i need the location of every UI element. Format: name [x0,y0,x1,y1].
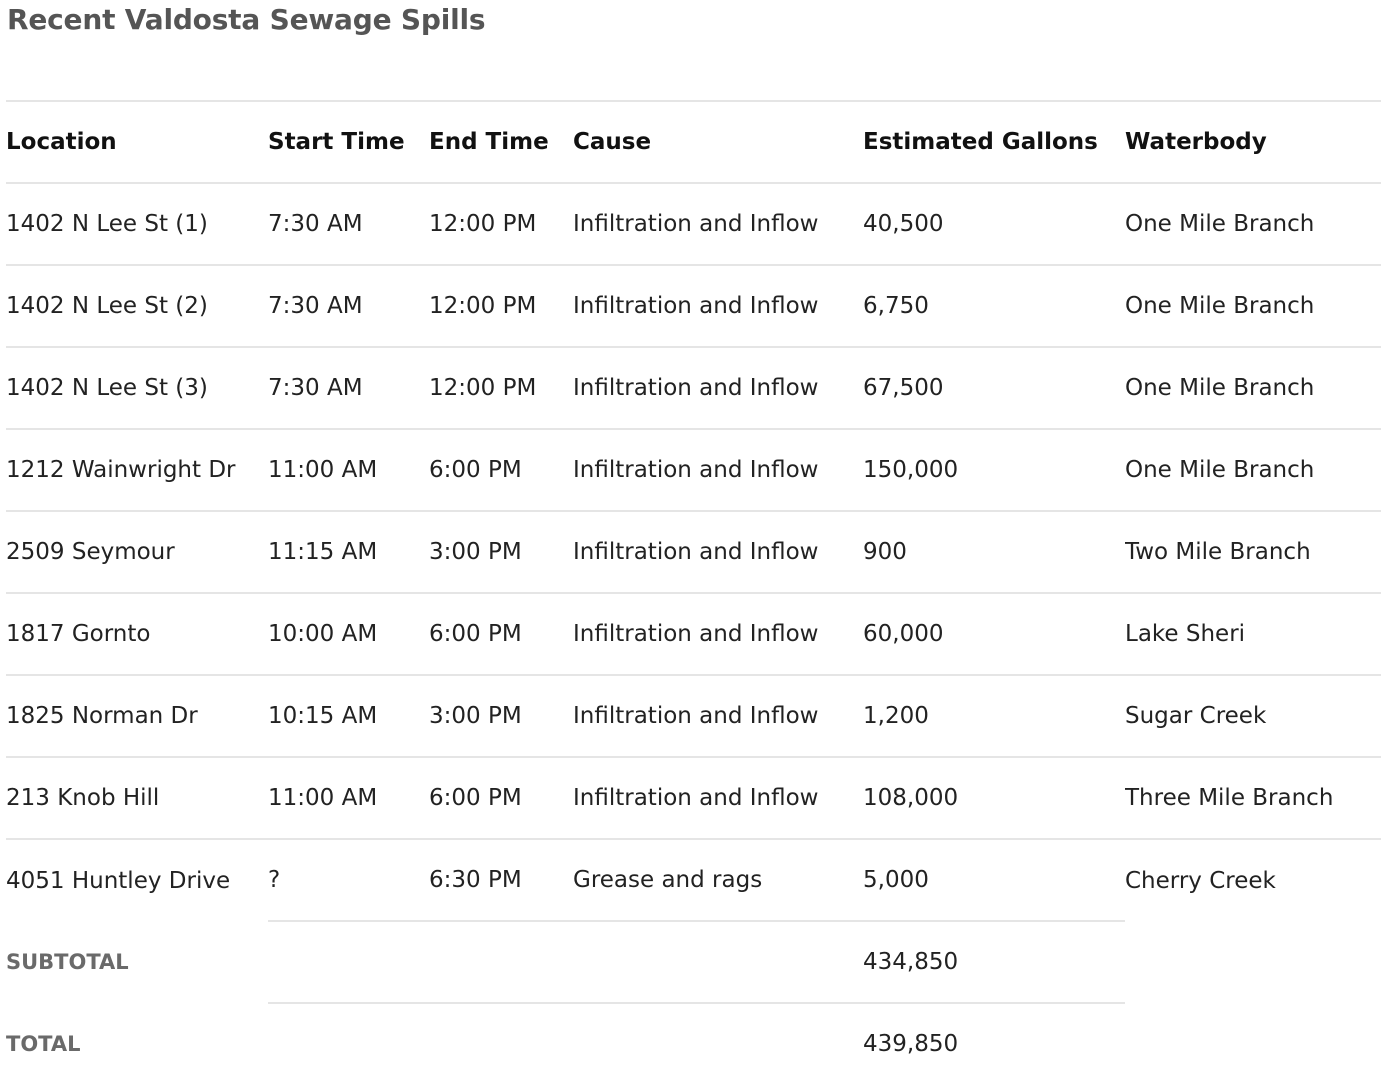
table-header-row: Location Start Time End Time Cause Estim… [6,100,1381,183]
cell-gallons: 108,000 [863,756,1125,839]
column-header-estimated-gallons: Estimated Gallons [863,100,1125,183]
cell-cause: Infiltration and Inflow [573,510,863,593]
cell-end-time: 12:00 PM [429,346,573,429]
table-row: 1817 Gornto 10:00 AM 6:00 PM Infiltratio… [6,592,1381,675]
cell-end-time: 6:00 PM [429,756,573,839]
cell-start-time: 7:30 AM [268,182,429,265]
cell-cause: Infiltration and Inflow [573,428,863,511]
cell-waterbody: One Mile Branch [1125,182,1381,265]
cell-start-time: ? [268,838,429,921]
cell-gallons: 60,000 [863,592,1125,675]
cell-waterbody: One Mile Branch [1125,346,1381,429]
cell-gallons: 5,000 [863,838,1125,921]
cell-location: 1817 Gornto [6,592,268,675]
cell-cause: Infiltration and Inflow [573,756,863,839]
subtotal-empty-cell [268,920,429,1003]
cell-waterbody: Sugar Creek [1125,674,1381,757]
cell-gallons: 40,500 [863,182,1125,265]
cell-start-time: 10:15 AM [268,674,429,757]
cell-start-time: 11:00 AM [268,756,429,839]
cell-cause: Infiltration and Inflow [573,592,863,675]
cell-cause: Infiltration and Inflow [573,674,863,757]
cell-location: 1402 N Lee St (2) [6,264,268,347]
cell-start-time: 7:30 AM [268,264,429,347]
table-row: 1212 Wainwright Dr 11:00 AM 6:00 PM Infi… [6,428,1381,511]
table-row: 1825 Norman Dr 10:15 AM 3:00 PM Infiltra… [6,674,1381,757]
cell-gallons: 1,200 [863,674,1125,757]
table-row: 213 Knob Hill 11:00 AM 6:00 PM Infiltrat… [6,756,1381,839]
table-row: 1402 N Lee St (3) 7:30 AM 12:00 PM Infil… [6,346,1381,429]
cell-location: 1825 Norman Dr [6,674,268,757]
table-row: 1402 N Lee St (1) 7:30 AM 12:00 PM Infil… [6,182,1381,265]
subtotal-row: SUBTOTAL 434,850 [6,920,1381,1003]
cell-waterbody: One Mile Branch [1125,264,1381,347]
cell-cause: Infiltration and Inflow [573,346,863,429]
cell-location: 1212 Wainwright Dr [6,428,268,511]
column-header-end-time: End Time [429,100,573,183]
subtotal-empty-cell [1125,921,1381,1003]
cell-start-time: 7:30 AM [268,346,429,429]
cell-end-time: 12:00 PM [429,182,573,265]
column-header-location: Location [6,100,268,183]
subtotal-empty-cell [573,920,863,1003]
sewage-spills-table: Location Start Time End Time Cause Estim… [6,100,1381,1084]
cell-end-time: 12:00 PM [429,264,573,347]
cell-end-time: 6:30 PM [429,838,573,921]
cell-gallons: 67,500 [863,346,1125,429]
subtotal-label: SUBTOTAL [6,950,129,974]
cell-cause: Grease and rags [573,838,863,921]
cell-waterbody: Two Mile Branch [1125,510,1381,593]
cell-location: 4051 Huntley Drive [6,838,268,921]
cell-waterbody: Three Mile Branch [1125,756,1381,839]
cell-waterbody: Cherry Creek [1125,838,1381,921]
column-header-waterbody: Waterbody [1125,100,1381,183]
cell-cause: Infiltration and Inflow [573,264,863,347]
column-header-start-time: Start Time [268,100,429,183]
cell-end-time: 6:00 PM [429,592,573,675]
cell-end-time: 3:00 PM [429,510,573,593]
page-title: Recent Valdosta Sewage Spills [7,3,486,36]
cell-location: 1402 N Lee St (1) [6,182,268,265]
cell-waterbody: Lake Sheri [1125,592,1381,675]
cell-cause: Infiltration and Inflow [573,182,863,265]
subtotal-empty-cell [429,920,573,1003]
subtotal-gallons: 434,850 [863,920,1125,1003]
cell-gallons: 900 [863,510,1125,593]
cell-waterbody: One Mile Branch [1125,428,1381,511]
cell-start-time: 11:00 AM [268,428,429,511]
cell-gallons: 6,750 [863,264,1125,347]
cell-start-time: 10:00 AM [268,592,429,675]
cell-location: 213 Knob Hill [6,756,268,839]
cell-location: 1402 N Lee St (3) [6,346,268,429]
table-row: 1402 N Lee St (2) 7:30 AM 12:00 PM Infil… [6,264,1381,347]
cell-gallons: 150,000 [863,428,1125,511]
cell-end-time: 3:00 PM [429,674,573,757]
table-row: 2509 Seymour 11:15 AM 3:00 PM Infiltrati… [6,510,1381,593]
cell-location: 2509 Seymour [6,510,268,593]
cell-start-time: 11:15 AM [268,510,429,593]
column-header-cause: Cause [573,100,863,183]
table-row: 4051 Huntley Drive ? 6:30 PM Grease and … [6,838,1381,921]
cell-end-time: 6:00 PM [429,428,573,511]
